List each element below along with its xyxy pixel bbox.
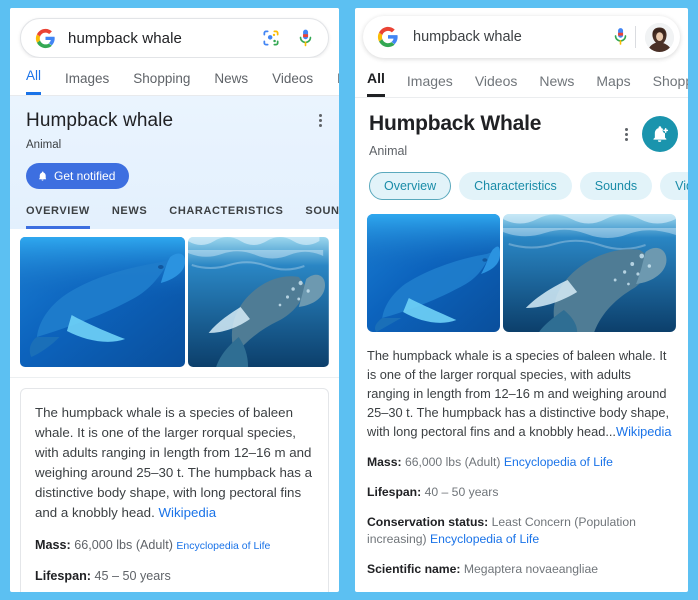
left-search-bar[interactable]: humpback whale: [20, 18, 329, 58]
left-kp-tabs: OVERVIEW NEWS CHARACTERISTICS SOUNDS: [26, 205, 339, 229]
right-kp-chips: Overview Characteristics Sounds Videos: [369, 172, 688, 202]
right-search-input[interactable]: humpback whale: [413, 29, 612, 45]
right-chip-sounds[interactable]: Sounds: [579, 172, 653, 200]
right-fact-lifespan-value: 40 – 50 years: [424, 485, 499, 499]
right-knowledge-panel-header: Humpback Whale Animal Overview Character…: [355, 98, 688, 202]
google-g-icon: [377, 26, 399, 48]
right-description: The humpback whale is a species of balee…: [367, 346, 676, 441]
right-fact-scientific-name-label: Scientific name:: [367, 562, 461, 576]
left-nav-tab-images[interactable]: Images: [65, 71, 109, 95]
right-get-notified-button[interactable]: [642, 116, 678, 152]
microphone-icon[interactable]: [297, 28, 314, 49]
left-fact-lifespan-value: 45 – 50 years: [94, 569, 171, 583]
left-kp-tab-overview[interactable]: OVERVIEW: [26, 205, 90, 229]
left-fact-mass: Mass: 66,000 lbs (Adult) Encyclopedia of…: [35, 537, 314, 555]
left-kp-tab-news[interactable]: NEWS: [112, 205, 147, 229]
left-wikipedia-link[interactable]: Wikipedia: [158, 505, 216, 520]
left-fact-lifespan: Lifespan: 45 – 50 years: [35, 568, 314, 585]
right-nav-tab-shopping[interactable]: Shopping: [653, 73, 688, 97]
right-fact-mass: Mass: 66,000 lbs (Adult) Encyclopedia of…: [367, 454, 676, 471]
right-fact-mass-value: 66,000 lbs (Adult): [404, 455, 501, 469]
right-search-bar[interactable]: humpback whale: [363, 16, 680, 58]
right-nav-tab-news[interactable]: News: [539, 73, 574, 97]
humpback-whale-surface-photo[interactable]: [503, 214, 676, 332]
left-nav-tab-videos[interactable]: Videos: [272, 71, 313, 95]
right-fact-lifespan-label: Lifespan:: [367, 485, 422, 499]
right-facts-list: Mass: 66,000 lbs (Adult) Encyclopedia of…: [367, 454, 676, 592]
right-fact-conservation-source[interactable]: Encyclopedia of Life: [430, 532, 539, 546]
humpback-whale-surface-photo[interactable]: [188, 237, 329, 367]
right-nav-tab-maps[interactable]: Maps: [596, 73, 630, 97]
left-fact-mass-source[interactable]: Encyclopedia of Life: [176, 540, 270, 552]
right-nav-tab-images[interactable]: Images: [407, 73, 453, 97]
right-fact-conservation-label: Conservation status:: [367, 515, 489, 529]
left-kp-tab-characteristics[interactable]: CHARACTERISTICS: [169, 205, 283, 229]
left-fact-mass-label: Mass:: [35, 538, 71, 552]
left-fact-lifespan-label: Lifespan:: [35, 569, 91, 583]
right-photo-row: [355, 202, 688, 332]
search-divider: [635, 26, 636, 48]
right-search-area: humpback whale: [355, 8, 688, 58]
left-search-area: humpback whale: [10, 8, 339, 58]
right-page-title: Humpback Whale: [369, 112, 542, 135]
right-chip-overview[interactable]: Overview: [369, 172, 452, 200]
right-fact-mass-source[interactable]: Encyclopedia of Life: [504, 455, 613, 469]
right-page-subtitle: Animal: [369, 144, 408, 158]
left-fact-mass-value: 66,000 lbs (Adult): [74, 538, 173, 552]
right-fact-lifespan: Lifespan: 40 – 50 years: [367, 484, 676, 501]
right-fact-scientific-name-value: Megaptera novaeangliae: [463, 562, 599, 576]
left-photo-row: [10, 229, 339, 378]
left-get-notified-label: Get notified: [54, 169, 116, 183]
bell-icon: [37, 170, 48, 182]
left-nav-tab-all[interactable]: All: [26, 68, 42, 95]
left-description-card: The humpback whale is a species of balee…: [20, 388, 329, 592]
bell-add-icon: [650, 124, 670, 144]
right-nav-tab-videos[interactable]: Videos: [475, 73, 518, 97]
google-lens-icon[interactable]: [261, 28, 281, 48]
right-chip-characteristics[interactable]: Characteristics: [459, 172, 572, 200]
right-wikipedia-link[interactable]: Wikipedia: [616, 424, 671, 439]
left-search-input[interactable]: humpback whale: [68, 30, 261, 47]
left-page-subtitle: Animal: [26, 139, 62, 151]
left-get-notified-button[interactable]: Get notified: [26, 163, 130, 189]
right-body: The humpback whale is a species of balee…: [355, 332, 688, 592]
left-description-text: The humpback whale is a species of balee…: [35, 405, 312, 520]
microphone-icon[interactable]: [612, 26, 629, 48]
right-fact-conservation: Conservation status: Least Concern (Popu…: [367, 514, 676, 548]
comparison-stage: humpback whale All Images Shopping News …: [0, 0, 698, 600]
humpback-whale-blue-water-photo[interactable]: [20, 237, 186, 367]
left-nav-tab-news[interactable]: News: [214, 71, 248, 95]
left-panel: humpback whale All Images Shopping News …: [0, 0, 349, 600]
right-fact-scientific-name: Scientific name: Megaptera novaeangliae: [367, 561, 676, 578]
left-knowledge-panel-header: Humpback whale Animal Get notified OVERV…: [10, 96, 339, 229]
right-panel: humpback whale All Images Videos News Ma…: [349, 0, 698, 600]
more-options-icon[interactable]: [319, 112, 323, 129]
right-chip-videos[interactable]: Videos: [660, 172, 688, 200]
right-fact-length: Length: Female: 49 – 52 ft. (Adult), Mal…: [367, 591, 676, 592]
humpback-whale-blue-water-photo[interactable]: [367, 214, 501, 332]
left-description: The humpback whale is a species of balee…: [35, 403, 314, 523]
user-avatar[interactable]: [645, 22, 674, 52]
left-nav-tab-shopping[interactable]: Shopping: [133, 71, 190, 95]
left-facts-list: Mass: 66,000 lbs (Adult) Encyclopedia of…: [35, 537, 314, 585]
google-g-icon: [35, 28, 56, 49]
left-kp-tab-sounds[interactable]: SOUNDS: [305, 205, 339, 229]
right-nav-tabs: All Images Videos News Maps Shopping: [355, 58, 688, 98]
left-nav-tabs: All Images Shopping News Videos M: [10, 58, 339, 96]
more-options-icon[interactable]: [625, 126, 628, 143]
right-nav-tab-all[interactable]: All: [367, 70, 385, 97]
left-nav-tab-more[interactable]: M: [337, 71, 339, 95]
left-page-title: Humpback whale: [26, 110, 174, 131]
right-fact-mass-label: Mass:: [367, 455, 402, 469]
